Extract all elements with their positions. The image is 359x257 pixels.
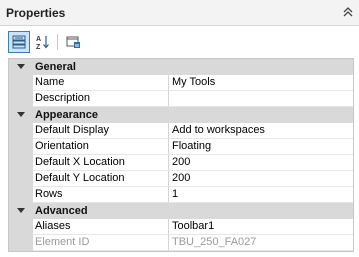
property-row-default-display[interactable]: Default Display Add to workspaces (9, 123, 353, 139)
categorized-icon (12, 35, 26, 49)
property-value[interactable]: 200 (169, 155, 353, 171)
property-pages-button[interactable] (62, 31, 84, 53)
chevron-down-icon[interactable] (17, 208, 25, 213)
property-value[interactable] (169, 91, 353, 107)
row-gutter (9, 155, 33, 171)
properties-toolbar: A Z (0, 26, 359, 58)
toolbar-separator (57, 34, 58, 50)
row-gutter (9, 75, 33, 91)
property-row-orientation[interactable]: Orientation Floating (9, 139, 353, 155)
property-value[interactable]: Add to workspaces (169, 123, 353, 139)
property-row-aliases[interactable]: Aliases Toolbar1 (9, 219, 353, 235)
property-name: Aliases (33, 219, 169, 235)
category-gutter (9, 59, 33, 75)
property-row-name[interactable]: Name My Tools (9, 75, 353, 91)
alphabetical-sort-button[interactable]: A Z (32, 31, 54, 53)
row-gutter (9, 171, 33, 187)
property-name: Default X Location (33, 155, 169, 171)
category-gutter (9, 107, 33, 123)
property-value[interactable]: 200 (169, 171, 353, 187)
category-label: Advanced (33, 203, 353, 219)
category-label: General (33, 59, 353, 75)
property-name: Default Display (33, 123, 169, 139)
double-chevron-up-icon (343, 7, 353, 17)
property-row-default-y-location[interactable]: Default Y Location 200 (9, 171, 353, 187)
svg-text:Z: Z (36, 44, 41, 50)
property-name: Orientation (33, 139, 169, 155)
property-value: TBU_250_FA027 (169, 235, 353, 251)
row-gutter (9, 91, 33, 107)
categorized-view-button[interactable] (8, 31, 30, 53)
property-row-default-x-location[interactable]: Default X Location 200 (9, 155, 353, 171)
property-name: Element ID (33, 235, 169, 251)
row-gutter (9, 219, 33, 235)
property-row-element-id[interactable]: Element ID TBU_250_FA027 (9, 235, 353, 251)
property-value[interactable]: 1 (169, 187, 353, 203)
sort-az-icon: A Z (36, 36, 49, 50)
category-label: Appearance (33, 107, 353, 123)
property-name: Default Y Location (33, 171, 169, 187)
collapse-button[interactable] (340, 4, 356, 20)
category-gutter (9, 203, 33, 219)
property-grid: General Name My Tools Description Appear… (8, 58, 354, 252)
property-value[interactable]: My Tools (169, 75, 353, 91)
row-gutter (9, 235, 33, 251)
chevron-down-icon[interactable] (17, 112, 25, 117)
property-row-rows[interactable]: Rows 1 (9, 187, 353, 203)
category-advanced[interactable]: Advanced (9, 203, 353, 219)
property-name: Description (33, 91, 169, 107)
category-appearance[interactable]: Appearance (9, 107, 353, 123)
property-value[interactable]: Floating (169, 139, 353, 155)
row-gutter (9, 187, 33, 203)
category-general[interactable]: General (9, 59, 353, 75)
svg-text:A: A (36, 36, 41, 43)
property-name: Rows (33, 187, 169, 203)
property-row-description[interactable]: Description (9, 91, 353, 107)
row-gutter (9, 139, 33, 155)
properties-title-bar: Properties (0, 0, 359, 26)
property-pages-icon (66, 36, 80, 48)
chevron-down-icon[interactable] (17, 64, 25, 69)
property-name: Name (33, 75, 169, 91)
property-value[interactable]: Toolbar1 (169, 219, 353, 235)
panel-title: Properties (6, 6, 66, 20)
row-gutter (9, 123, 33, 139)
